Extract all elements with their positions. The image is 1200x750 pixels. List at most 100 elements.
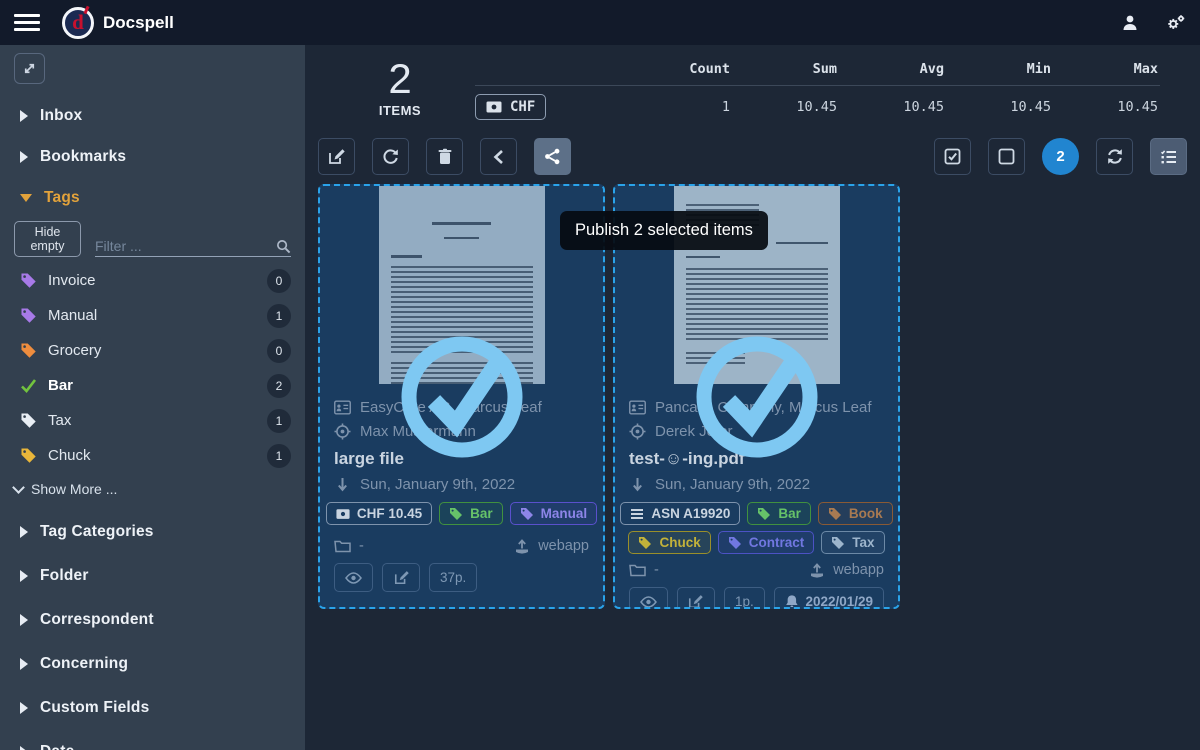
- sidebar-item-date[interactable]: Date: [14, 743, 291, 750]
- docspell-logo-icon[interactable]: d: [62, 7, 94, 39]
- due-date-badge: 2022/01/29: [774, 587, 884, 609]
- tag-filter-input[interactable]: [95, 238, 276, 254]
- delete-selected-button[interactable]: [426, 138, 463, 175]
- correspondent-text: Pancake Company, Marcus Leaf: [655, 399, 872, 416]
- tag-icon: [638, 536, 652, 550]
- amount-badge: CHF 10.45: [326, 502, 432, 525]
- tag-icon: [20, 447, 37, 464]
- tag-name: Invoice: [48, 272, 96, 289]
- stats-header-empty: [475, 65, 625, 77]
- reprocess-button[interactable]: [372, 138, 409, 175]
- tag-badge-chuck[interactable]: Chuck: [628, 531, 710, 554]
- sidebar-item-folder[interactable]: Folder: [14, 567, 291, 585]
- tag-filter-controls: Hide empty: [14, 221, 291, 257]
- stat-max-value: 10.45: [1053, 87, 1160, 119]
- select-all-button[interactable]: [934, 138, 971, 175]
- tag-badge-label: Book: [849, 506, 883, 521]
- item-date-row: Sun, January 9th, 2022: [629, 476, 884, 493]
- stats-header-sum: Sum: [732, 57, 839, 85]
- tag-item-invoice[interactable]: Invoice 0: [14, 269, 291, 292]
- show-more-tags[interactable]: Show More ...: [14, 481, 291, 497]
- menu-icon[interactable]: [14, 14, 40, 31]
- source-value: webapp: [538, 538, 589, 554]
- upload-icon: [809, 563, 825, 578]
- sidebar-item-correspondent[interactable]: Correspondent: [14, 611, 291, 629]
- tag-badge-bar[interactable]: Bar: [439, 502, 503, 525]
- sidebar-item-tag-categories[interactable]: Tag Categories: [14, 523, 291, 541]
- redo-icon: [382, 148, 399, 165]
- caret-down-icon: [20, 194, 32, 202]
- preview-eye-button[interactable]: [629, 587, 668, 609]
- share-icon: [544, 148, 561, 165]
- tag-count-badge: 0: [267, 339, 291, 363]
- stat-sum-value: 10.45: [732, 87, 839, 119]
- toolbar-right-group: 2: [934, 138, 1187, 175]
- tag-item-chuck[interactable]: Chuck 1: [14, 444, 291, 467]
- stats-row-chf: CHF 1 10.45 10.45 10.45 10.45: [475, 86, 1160, 120]
- hide-empty-button[interactable]: Hide empty: [14, 221, 81, 257]
- collapse-sidebar-button[interactable]: [14, 53, 45, 84]
- item-date-row: Sun, January 9th, 2022: [334, 476, 589, 493]
- arrow-down-icon: [334, 476, 351, 493]
- sidebar-item-inbox[interactable]: Inbox: [14, 107, 291, 125]
- address-card-icon: [334, 399, 351, 416]
- tag-item-tax[interactable]: Tax 1: [14, 409, 291, 432]
- item-title: large file: [334, 449, 589, 469]
- currency-label: CHF: [510, 99, 535, 115]
- items-count: 2 ITEMS: [325, 57, 475, 120]
- navbar: d Docspell: [0, 0, 1200, 45]
- stat-avg-value: 10.45: [839, 87, 946, 119]
- list-view-toggle-button[interactable]: [1150, 138, 1187, 175]
- eye-icon: [345, 572, 362, 584]
- tag-icon: [828, 507, 842, 521]
- tag-badge-book[interactable]: Book: [818, 502, 893, 525]
- tag-item-bar[interactable]: Bar 2: [14, 374, 291, 397]
- source-value: webapp: [833, 562, 884, 578]
- deselect-all-button[interactable]: [988, 138, 1025, 175]
- edit-item-button[interactable]: [677, 587, 715, 609]
- publish-selected-button[interactable]: [534, 138, 571, 175]
- sidebar-item-custom-fields[interactable]: Custom Fields: [14, 699, 291, 717]
- sidebar-item-label: Date: [40, 743, 74, 750]
- tag-filter-wrap: [95, 238, 291, 257]
- money-bill-icon: [336, 507, 350, 521]
- tag-count-badge: 1: [267, 409, 291, 433]
- document-preview-page: [379, 186, 545, 384]
- app-title: Docspell: [103, 13, 174, 33]
- sidebar-item-concerning[interactable]: Concerning: [14, 655, 291, 673]
- invert-selection-button[interactable]: [1096, 138, 1133, 175]
- tag-badge-manual[interactable]: Manual: [510, 502, 598, 525]
- tag-badge-contract[interactable]: Contract: [718, 531, 815, 554]
- folder-source-row: - webapp: [320, 538, 603, 554]
- concerning-text: Max Mustermann: [360, 423, 476, 440]
- main-content: 2 ITEMS Count Sum Avg Min Max: [305, 45, 1200, 750]
- stats-header-count: Count: [625, 57, 732, 85]
- user-icon[interactable]: [1120, 13, 1140, 33]
- bars-icon: [630, 507, 644, 521]
- tag-badge-bar[interactable]: Bar: [747, 502, 811, 525]
- sidebar-item-label: Custom Fields: [40, 699, 149, 717]
- checkbox-empty-icon: [998, 148, 1015, 165]
- caret-right-icon: [20, 746, 28, 750]
- tag-badge-tax[interactable]: Tax: [821, 531, 884, 554]
- sync-icon: [1106, 148, 1124, 165]
- sidebar-item-bookmarks[interactable]: Bookmarks: [14, 148, 291, 166]
- page-count-badge: 37p.: [429, 563, 477, 592]
- sidebar-item-label: Tag Categories: [40, 523, 154, 541]
- search-stats: 2 ITEMS Count Sum Avg Min Max: [305, 45, 1200, 126]
- card-info: EasyCare AG, Marcus Leaf Max Mustermann: [320, 384, 603, 525]
- tag-icon: [831, 536, 845, 550]
- preview-eye-button[interactable]: [334, 563, 373, 592]
- arrow-down-icon: [629, 476, 646, 493]
- address-card-icon: [629, 399, 646, 416]
- settings-gears-icon[interactable]: [1166, 13, 1186, 33]
- sidebar-item-tags[interactable]: Tags: [14, 189, 291, 207]
- edit-selected-button[interactable]: [318, 138, 355, 175]
- tag-item-manual[interactable]: Manual 1: [14, 304, 291, 327]
- tag-item-grocery[interactable]: Grocery 0: [14, 339, 291, 362]
- correspondent-row: Pancake Company, Marcus Leaf: [629, 399, 884, 416]
- merge-items-button[interactable]: [480, 138, 517, 175]
- edit-item-button[interactable]: [382, 563, 420, 592]
- list-view-icon: [1160, 149, 1178, 165]
- caret-right-icon: [20, 570, 28, 582]
